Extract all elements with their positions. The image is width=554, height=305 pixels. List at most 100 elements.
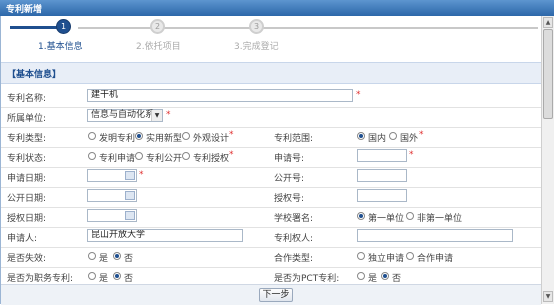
calendar-icon[interactable] (125, 211, 135, 220)
radio-invalid-no[interactable] (113, 252, 121, 260)
unit-select[interactable]: 信息与自动化系 ▼ (87, 109, 163, 122)
footer-bar: 下一步 (1, 284, 541, 305)
row-applicant: 申请人: 昆山开放大学 专利权人: (1, 227, 541, 248)
unit-select-value: 信息与自动化系 (91, 110, 155, 120)
option-status-granted: 专利授权 (193, 154, 230, 164)
application-no-required: * (409, 150, 414, 160)
radio-utility-model[interactable] (135, 132, 143, 140)
row-application-date: 申请日期: * 公开号: (1, 167, 541, 188)
step-3-label: 3.完成登记 (234, 42, 279, 52)
step-1-circle: 1 (56, 19, 71, 34)
option-service-yes: 是 (99, 274, 109, 283)
scroll-up-arrow-icon[interactable]: ▲ (543, 17, 553, 28)
step-3-circle: 3 (249, 19, 264, 34)
option-non-first-unit: 非第一单位 (417, 214, 463, 224)
is-invalid-label: 是否失效: (7, 254, 47, 264)
publication-date-label: 公开日期: (7, 194, 47, 204)
radio-pct-no[interactable] (381, 272, 389, 280)
scrollbar-thumb[interactable] (543, 29, 553, 119)
option-status-application: 专利申请 (99, 154, 136, 164)
application-date-label: 申请日期: (7, 174, 47, 184)
option-service-no: 否 (124, 274, 134, 283)
option-status-published: 专利公开 (146, 154, 183, 164)
step-track-line-end (268, 27, 538, 29)
patent-name-required: * (356, 90, 361, 100)
step-progress-line (10, 26, 62, 29)
grant-no-input[interactable] (357, 189, 407, 202)
applicant-input[interactable]: 昆山开放大学 (87, 229, 243, 242)
calendar-icon[interactable] (125, 191, 135, 200)
chevron-down-icon: ▼ (151, 110, 162, 121)
patent-name-input[interactable]: 建干机 (87, 89, 353, 102)
grant-date-label: 授权日期: (7, 214, 47, 224)
radio-first-unit[interactable] (357, 212, 365, 220)
radio-status-application[interactable] (88, 152, 96, 160)
patent-type-label: 专利类型: (7, 134, 47, 144)
option-design: 外观设计 (193, 134, 230, 144)
option-foreign: 国外 (400, 134, 419, 144)
radio-independent[interactable] (357, 252, 365, 260)
option-invalid-no: 否 (124, 254, 134, 264)
option-first-unit: 第一单位 (368, 214, 405, 224)
row-patent-type: 专利类型: 发明专利 实用新型 外观设计 * 专利范围: 国内 国外 * (1, 127, 541, 148)
radio-service-no[interactable] (113, 272, 121, 280)
radio-status-published[interactable] (135, 152, 143, 160)
section-header-basic-info: 【基本信息】 (1, 62, 541, 84)
is-service-label: 是否为职务专利: (7, 274, 74, 283)
option-independent: 独立申请 (368, 254, 405, 264)
patentee-input[interactable] (357, 229, 513, 242)
row-unit: 所属单位: 信息与自动化系 ▼ * (1, 107, 541, 128)
application-no-input[interactable] (357, 149, 407, 162)
unit-required: * (166, 110, 171, 120)
option-invalid-yes: 是 (99, 254, 109, 264)
window-titlebar: 专利新增 (0, 0, 554, 16)
option-domestic: 国内 (368, 134, 387, 144)
vertical-scrollbar[interactable]: ▲ ▼ (541, 16, 554, 304)
publication-no-input[interactable] (357, 169, 407, 182)
step-2-label: 2.依托项目 (136, 42, 181, 52)
patent-type-required: * (229, 130, 234, 140)
step-2-circle: 2 (150, 19, 165, 34)
radio-cooperative[interactable] (406, 252, 414, 260)
row-patent-status: 专利状态: 专利申请 专利公开 专利授权 * 申请号: * (1, 147, 541, 168)
next-step-button[interactable]: 下一步 (259, 288, 293, 302)
radio-invalid-yes[interactable] (88, 252, 96, 260)
calendar-icon[interactable] (125, 171, 135, 180)
radio-pct-yes[interactable] (357, 272, 365, 280)
grant-date-input[interactable] (87, 209, 137, 222)
section-title: 【基本信息】 (7, 70, 62, 80)
radio-non-first-unit[interactable] (406, 212, 414, 220)
scroll-down-arrow-icon[interactable]: ▼ (543, 291, 553, 302)
patent-status-required: * (229, 150, 234, 160)
row-grant-date: 授权日期: 学校署名: 第一单位 非第一单位 (1, 207, 541, 228)
radio-domestic[interactable] (357, 132, 365, 140)
row-is-invalid: 是否失效: 是 否 合作类型: 独立申请 合作申请 (1, 247, 541, 268)
is-pct-label: 是否为PCT专利: (274, 274, 340, 283)
radio-design[interactable] (182, 132, 190, 140)
patent-name-label: 专利名称: (7, 94, 47, 104)
patent-status-label: 专利状态: (7, 154, 47, 164)
radio-service-yes[interactable] (88, 272, 96, 280)
row-patent-name: 专利名称: 建干机 * (1, 87, 541, 108)
application-date-required: * (139, 170, 144, 180)
option-utility-model: 实用新型 (146, 134, 183, 144)
cooperation-type-label: 合作类型: (274, 254, 314, 264)
publication-date-input[interactable] (87, 189, 137, 202)
option-pct-yes: 是 (368, 274, 378, 283)
patent-scope-required: * (419, 130, 424, 140)
row-publication-date: 公开日期: 授权号: (1, 187, 541, 208)
window-title: 专利新增 (6, 5, 43, 15)
wizard-steps: 1 1.基本信息 2 2.依托项目 3 3.完成登记 (10, 18, 540, 58)
radio-foreign[interactable] (389, 132, 397, 140)
patentee-label: 专利权人: (274, 234, 314, 244)
unit-label: 所属单位: (7, 114, 47, 124)
row-service-patent: 是否为职务专利: 是 否 是否为PCT专利: 是 否 (1, 267, 541, 283)
grant-no-label: 授权号: (274, 194, 305, 204)
option-invention-patent: 发明专利 (99, 134, 136, 144)
option-pct-no: 否 (392, 274, 402, 283)
application-no-label: 申请号: (274, 154, 305, 164)
radio-invention-patent[interactable] (88, 132, 96, 140)
application-date-input[interactable] (87, 169, 137, 182)
radio-status-granted[interactable] (182, 152, 190, 160)
step-1-label: 1.基本信息 (38, 42, 83, 52)
